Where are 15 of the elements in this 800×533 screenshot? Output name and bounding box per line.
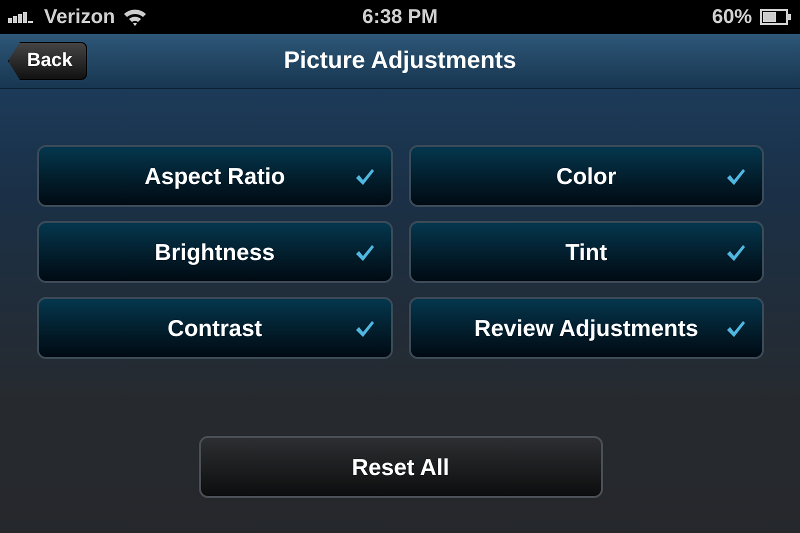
- back-button[interactable]: Back: [8, 42, 88, 80]
- option-button[interactable]: Contrast: [37, 297, 392, 359]
- option-button[interactable]: Tint: [408, 221, 764, 283]
- option-button[interactable]: Color: [408, 145, 764, 207]
- battery-percent: 60%: [712, 6, 752, 28]
- screen-title: Picture Adjustments: [284, 47, 516, 75]
- signal-icon: [8, 11, 36, 23]
- option-button[interactable]: Aspect Ratio: [37, 145, 392, 207]
- carrier-name: Verizon: [44, 6, 116, 28]
- wifi-icon: [123, 8, 148, 26]
- reset-all-button[interactable]: Reset All: [198, 436, 602, 498]
- option-button[interactable]: Brightness: [37, 221, 392, 283]
- status-time: 6:38 PM: [362, 6, 438, 28]
- option-button[interactable]: Review Adjustments: [408, 297, 764, 359]
- battery-icon: [760, 9, 792, 25]
